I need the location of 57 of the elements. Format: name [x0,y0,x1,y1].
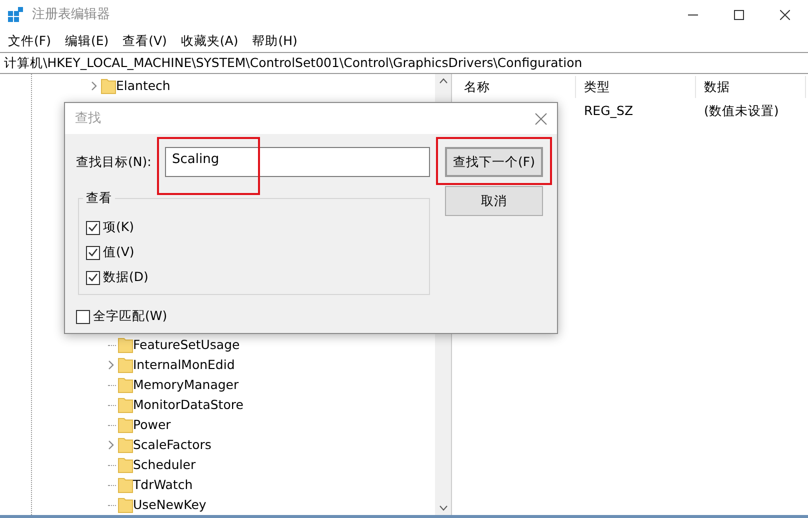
tree-item[interactable]: Power [133,416,171,434]
folder-icon [118,377,133,393]
tree-item[interactable]: ScaleFactors [133,436,212,454]
value-type: REG_SZ [583,102,634,120]
column-header[interactable]: 数据 [696,76,806,98]
dialog-button[interactable]: 取消 [445,186,543,216]
folder-icon [118,397,133,413]
app-icon [8,7,24,23]
chevron-right-icon[interactable] [108,360,114,370]
tree-item[interactable]: MemoryManager [133,376,239,394]
scroll-up-icon [438,78,448,84]
address-bar[interactable]: 计算机\HKEY_LOCAL_MACHINE\SYSTEM\ControlSet001\Control\GraphicsDrivers\Configuration [0,52,808,74]
menu-item[interactable]: 文件(F) [1,32,58,50]
tree-item[interactable]: InternalMonEdid [133,356,235,374]
checkbox-label[interactable]: 项(K) [103,218,134,237]
folder-icon [118,417,133,433]
tree-item[interactable]: Elantech [116,76,170,96]
window-title: 注册表编辑器 [32,6,110,24]
checkbox[interactable] [86,270,100,284]
dialog-button[interactable]: 查找下一个(F) [445,147,543,177]
checkbox[interactable] [76,310,90,324]
column-header[interactable]: 名称 [456,76,576,98]
check-icon [88,248,98,257]
folder-icon [118,337,133,353]
menu-item[interactable]: 查看(V) [116,32,174,50]
folder-icon [118,357,133,373]
check-icon [88,273,98,282]
tree-item[interactable]: Scheduler [133,456,196,474]
checkbox-label[interactable]: 数据(D) [103,268,148,287]
folder-icon [118,497,133,513]
tree-item[interactable]: UseNewKey [133,496,206,514]
checkbox[interactable] [86,220,100,234]
tree-item[interactable]: MonitorDataStore [133,396,244,414]
tree-item[interactable]: TdrWatch [133,476,193,494]
maximize-icon [734,10,744,20]
tree-item[interactable]: FeatureSetUsage [133,336,240,354]
checkbox-label[interactable]: 值(V) [103,243,134,262]
menu-item[interactable]: 收藏夹(A) [174,32,246,50]
dialog-title: 查找 [75,110,101,128]
folder-icon [118,437,133,453]
folder-icon [118,457,133,473]
folder-icon [118,477,133,493]
chevron-right-icon[interactable] [91,81,97,91]
value-data: (数值未设置) [703,102,779,120]
field-label: 查找目标(N): [76,152,152,171]
column-header[interactable]: 类型 [576,76,696,98]
check-icon [88,223,98,232]
close-icon [780,10,790,20]
scroll-down-icon [438,505,448,511]
search-field[interactable]: Scaling [165,147,430,177]
chevron-right-icon[interactable] [108,440,114,450]
menu-item[interactable]: 帮助(H) [245,32,304,50]
close-icon[interactable] [535,112,547,124]
checkbox-label[interactable]: 全字匹配(W) [93,307,168,326]
menu-item[interactable]: 编辑(E) [58,32,116,50]
checkbox[interactable] [86,246,100,260]
folder-icon [101,78,116,94]
